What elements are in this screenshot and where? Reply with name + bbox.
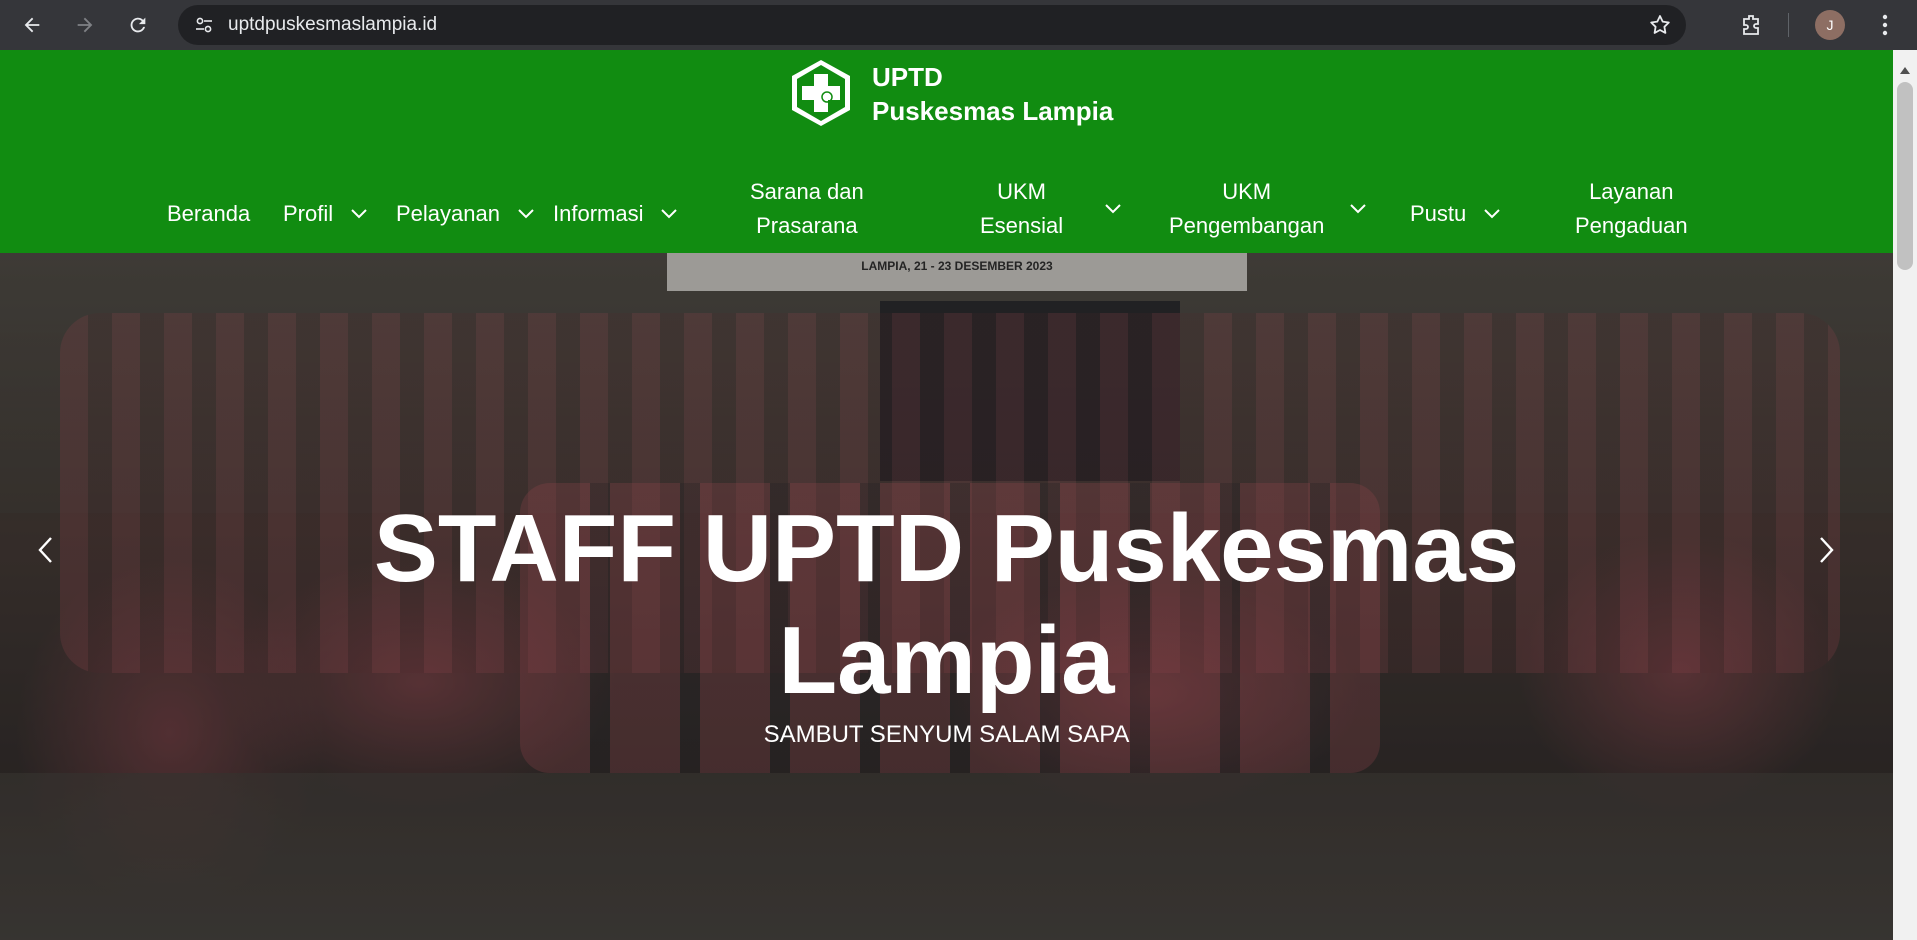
nav-label: Informasi [553, 201, 644, 226]
nav-label-line1: UKM [997, 179, 1047, 204]
nav-item-ukm-pengembangan[interactable]: UKM Pengembangan [1169, 175, 1367, 243]
reload-icon [130, 17, 146, 33]
site-info-icon[interactable] [184, 5, 224, 45]
site-brand[interactable]: UPTD Puskesmas Lampia [786, 58, 1113, 128]
chevron-down-icon [518, 209, 534, 219]
bookmark-star-icon[interactable] [1648, 13, 1672, 37]
nav-item-layanan-pengaduan[interactable]: Layanan Pengaduan [1575, 175, 1688, 243]
nav-label: Pustu [1410, 201, 1467, 226]
toolbar-divider [1788, 13, 1789, 37]
arrow-left-icon [24, 17, 40, 33]
health-cross-logo-icon [792, 60, 850, 126]
nav-label: Beranda [167, 201, 251, 226]
nav-label-line2: Pengaduan [1575, 213, 1688, 238]
chevron-right-icon [1820, 537, 1834, 563]
site-header: UPTD Puskesmas Lampia Beranda Profil Pel… [0, 50, 1893, 253]
nav-label-line2: Prasarana [756, 213, 858, 238]
nav-label: Pelayanan [396, 201, 500, 226]
profile-avatar[interactable]: J [1815, 10, 1845, 40]
chevron-down-icon [1484, 209, 1500, 219]
nav-item-beranda[interactable]: Beranda [167, 197, 250, 231]
back-button[interactable] [12, 5, 52, 45]
scroll-up-arrow-icon[interactable] [1900, 67, 1910, 74]
chevron-down-icon [351, 209, 367, 219]
nav-item-pelayanan[interactable]: Pelayanan [396, 197, 534, 231]
extensions-icon[interactable] [1735, 9, 1767, 41]
reload-button[interactable] [118, 5, 158, 45]
nav-item-sarana-prasarana[interactable]: Sarana dan Prasarana [750, 175, 864, 243]
hero-title-line2: Lampia [778, 607, 1115, 714]
chevron-down-icon [1350, 204, 1367, 214]
arrow-right-icon [77, 17, 93, 33]
page-viewport: UPTD Puskesmas Lampia Beranda Profil Pel… [0, 50, 1893, 940]
nav-item-profil[interactable]: Profil [283, 197, 367, 231]
page-scrollbar[interactable] [1893, 50, 1917, 940]
hero-title-line1: STAFF UPTD Puskesmas [373, 495, 1520, 602]
nav-label: Profil [283, 201, 334, 226]
hero-carousel: LAMPIA, 21 - 23 DESEMBER 2023 STAFF UPTD… [0, 253, 1893, 940]
nav-label-line2: Esensial [980, 213, 1064, 238]
chevron-down-icon [1105, 204, 1121, 214]
chevron-left-icon [38, 537, 52, 563]
main-navigation: Beranda Profil Pelayanan Informasi Saran… [0, 175, 1893, 253]
nav-item-informasi[interactable]: Informasi [553, 197, 678, 231]
url-text[interactable]: uptdpuskesmaslampia.id [228, 14, 437, 36]
nav-item-ukm-esensial[interactable]: UKM Esensial [980, 175, 1121, 243]
carousel-prev-button[interactable] [30, 520, 60, 580]
brand-line1: UPTD [872, 62, 943, 92]
scrollbar-thumb[interactable] [1897, 82, 1913, 270]
nav-item-pustu[interactable]: Pustu [1410, 197, 1500, 231]
hero-subtitle: SAMBUT SENYUM SALAM SAPA [763, 721, 1130, 748]
more-menu-icon[interactable] [1870, 10, 1900, 40]
nav-label-line1: Sarana dan [750, 179, 864, 204]
browser-toolbar: uptdpuskesmaslampia.id J [0, 0, 1917, 50]
address-bar[interactable]: uptdpuskesmaslampia.id [178, 5, 1686, 45]
nav-label-line1: Layanan [1589, 179, 1674, 204]
nav-label-line2: Pengembangan [1169, 213, 1325, 238]
carousel-next-button[interactable] [1812, 520, 1842, 580]
forward-button[interactable] [65, 5, 105, 45]
hero-title: STAFF UPTD Puskesmas Lampia [0, 493, 1893, 717]
brand-line2: Puskesmas Lampia [872, 96, 1114, 126]
chevron-down-icon [661, 209, 678, 219]
nav-label-line1: UKM [1222, 179, 1272, 204]
